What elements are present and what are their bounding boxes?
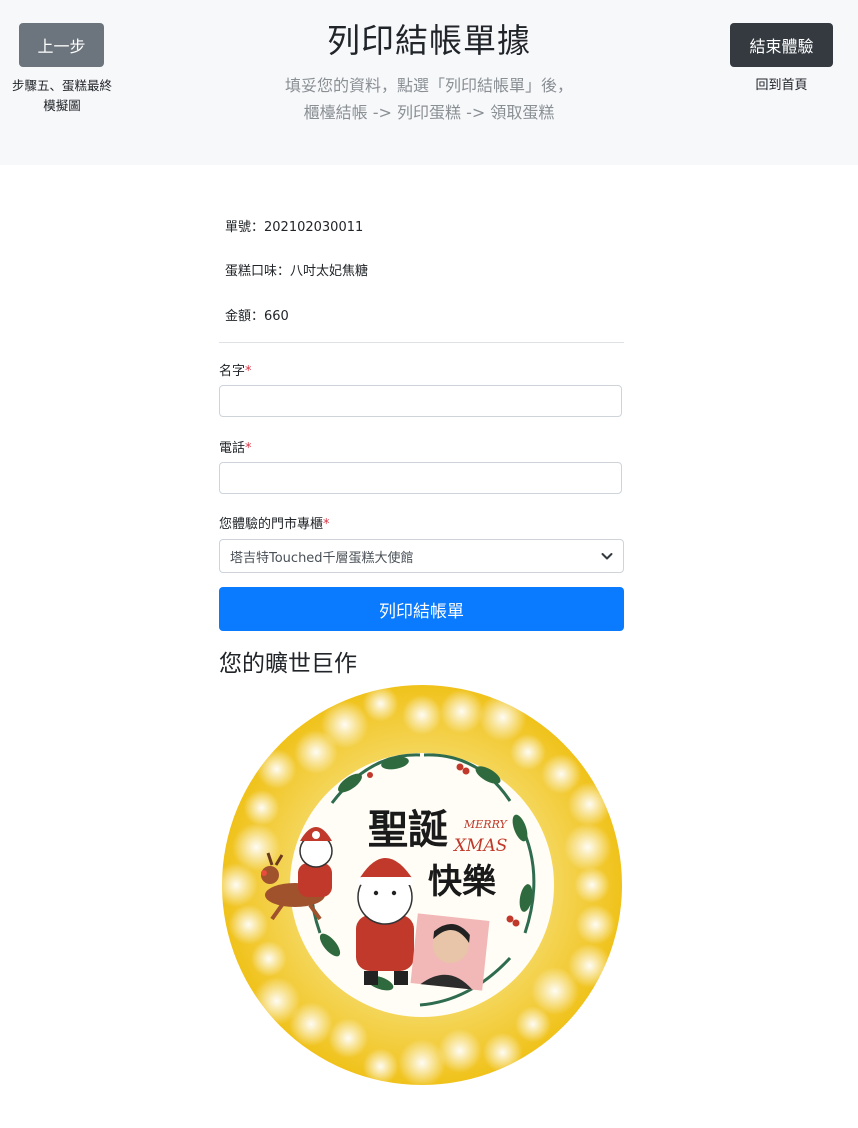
cake-text-christmas: 聖誕 [368,807,448,853]
order-number: 單號：202102030011 [225,220,364,235]
cake-preview-image: 聖誕 MERRY XMAS 快樂 [220,685,622,1087]
print-receipt-button[interactable]: 列印結帳單 [219,587,624,631]
cream-dollop [252,976,301,1025]
store-label-text: 您體驗的門市專櫃 [219,517,324,532]
cream-dollop [563,823,612,872]
end-experience-button[interactable]: 結束體驗 [730,23,833,67]
store-label: 您體驗的門市專櫃* [219,513,330,532]
cream-dollop [567,782,612,827]
cream-dollop [575,904,616,945]
phone-label: 電話* [219,437,252,456]
cream-dollop [362,685,399,722]
required-mark: * [323,517,330,532]
photo-illustration [410,913,490,991]
cream-dollop [398,1039,446,1087]
cream-dollop [514,1006,551,1043]
cream-dollop [243,789,280,826]
cream-dollop [320,700,369,749]
page-header: 上一步 步驟五、蛋糕最終 模擬圖 列印結帳單據 填妥您的資料，點選「列印結帳單」… [0,0,858,165]
order-flavor: 蛋糕口味：八吋太妃焦糖 [225,264,369,279]
cream-dollop [402,695,442,735]
subtitle-line2: 櫃檯結帳 -> 列印蛋糕 -> 領取蛋糕 [303,103,555,122]
cream-dollop [362,1048,399,1085]
cream-dollop [478,693,527,742]
cream-dollop [509,734,546,771]
home-link[interactable]: 回到首頁 [730,76,833,96]
divider [219,342,624,343]
name-input[interactable] [219,385,622,417]
phone-label-text: 電話 [219,441,246,456]
cake-text-merry: MERRY [463,818,509,831]
cream-dollop [574,867,610,903]
required-mark: * [245,364,252,379]
cream-dollop [439,689,484,734]
name-label: 名字* [219,360,252,379]
required-mark: * [245,441,252,456]
cream-dollop [250,940,287,977]
name-label-text: 名字 [219,364,246,379]
cake-text-happy: 快樂 [428,862,497,902]
phone-input[interactable] [219,462,622,494]
store-select-value: 塔吉特Touched千層蛋糕大使館 [230,550,414,566]
cream-dollop [256,749,297,790]
cake-text-xmas: XMAS [452,836,507,856]
order-amount: 金額：660 [225,309,289,324]
preview-heading: 您的曠世巨作 [219,651,357,677]
store-select[interactable]: 塔吉特Touched千層蛋糕大使館 [219,539,624,573]
chevron-down-icon [601,553,613,560]
santa-sheep-large [356,858,414,985]
cream-dollop [482,1032,523,1073]
cream-dollop [228,904,269,945]
cream-dollop [328,1018,369,1059]
